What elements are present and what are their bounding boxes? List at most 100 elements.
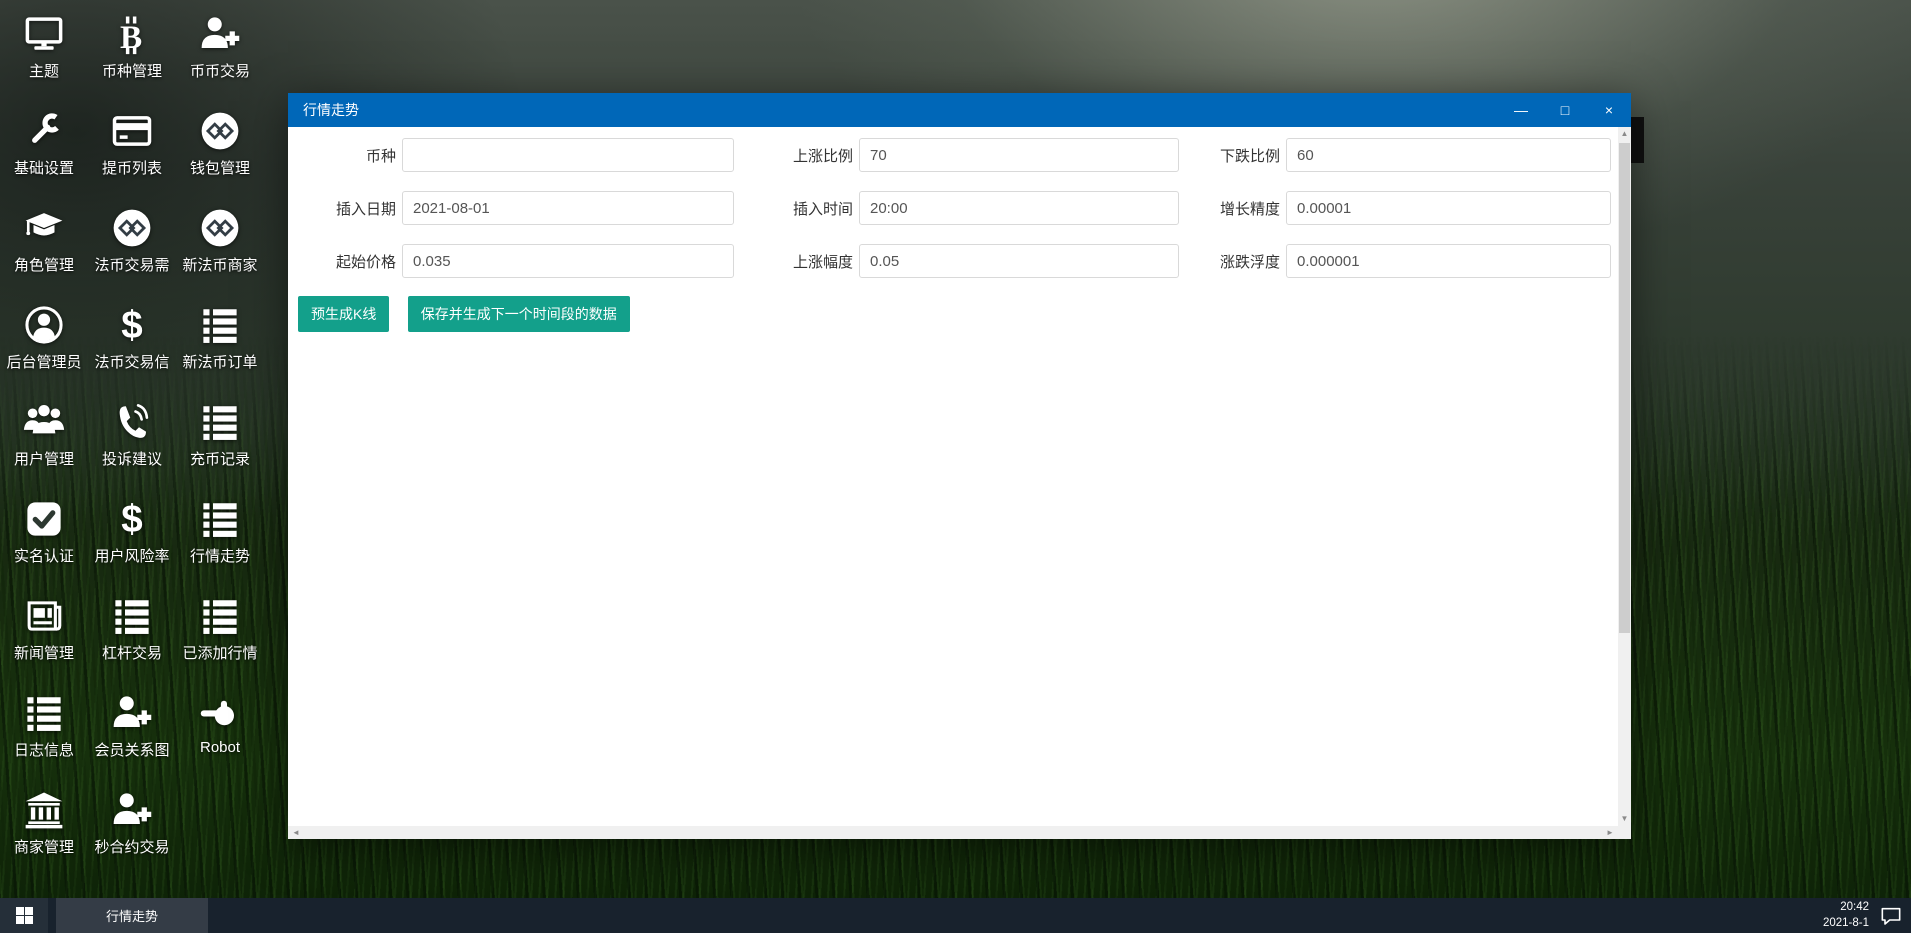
dollar-icon <box>111 498 153 540</box>
newspaper-icon <box>23 595 65 637</box>
rise-ratio-input[interactable] <box>859 138 1179 172</box>
market-trend-window: 行情走势 — □ × 币种 上涨比例 下跌比例 插入日期 插入时间 增长精度 起… <box>288 93 1631 839</box>
chain-link-circle-icon <box>199 207 241 249</box>
desktop-icon-added-markets[interactable]: 已添加行情 <box>176 592 264 689</box>
rise-range-input[interactable] <box>859 244 1179 278</box>
graduation-cap-icon <box>23 207 65 249</box>
start-price-input[interactable] <box>402 244 734 278</box>
desktop-icon-label: 杠杆交易 <box>102 642 162 663</box>
check-square-icon <box>23 498 65 540</box>
desktop-icon-label: 法币交易信 <box>94 351 169 372</box>
desktop-icon-log-info[interactable]: 日志信息 <box>0 689 88 786</box>
window-titlebar[interactable]: 行情走势 — □ × <box>288 93 1631 127</box>
window-title: 行情走势 <box>303 100 1499 120</box>
list-icon <box>199 401 241 443</box>
fluctuation-input[interactable] <box>1286 244 1611 278</box>
desktop-icon-label: 新法币商家 <box>182 254 257 275</box>
scroll-left-arrow-icon[interactable]: ◄ <box>288 826 304 839</box>
desktop-icon-label: 用户管理 <box>14 448 74 469</box>
desktop-icon-coin-trade[interactable]: 币币交易 <box>176 10 264 107</box>
desktop-icon-label: 主题 <box>29 60 59 81</box>
desktop-icon-news-manage[interactable]: 新闻管理 <box>0 592 88 689</box>
list-icon <box>111 595 153 637</box>
bitcoin-icon <box>111 13 153 55</box>
user-circle-icon <box>23 304 65 346</box>
desktop-icon-member-graph[interactable]: 会员关系图 <box>88 689 176 786</box>
insert-date-input[interactable] <box>402 191 734 225</box>
growth-precision-input[interactable] <box>1286 191 1611 225</box>
hand-icon <box>199 692 241 734</box>
close-button[interactable]: × <box>1587 93 1631 127</box>
field-label-insert-date: 插入日期 <box>308 198 396 219</box>
desktop-icon-new-fiat-merchant[interactable]: 新法币商家 <box>176 204 264 301</box>
desktop-icon-label: 已添加行情 <box>182 642 257 663</box>
form-row-1: 币种 上涨比例 下跌比例 <box>308 137 1618 173</box>
desktop-icon-wallet-manage[interactable]: 钱包管理 <box>176 107 264 204</box>
vertical-scrollbar-thumb[interactable] <box>1619 143 1630 633</box>
field-label-fluctuation: 涨跌浮度 <box>1185 251 1280 272</box>
desktop-icon-robot[interactable]: Robot <box>176 689 264 786</box>
desktop-icon-merchant-manage[interactable]: 商家管理 <box>0 786 88 883</box>
taskbar-item-market-trend[interactable]: 行情走势 <box>56 898 208 933</box>
field-label-coin: 币种 <box>308 145 396 166</box>
desktop-icon-deposit-records[interactable]: 充币记录 <box>176 398 264 495</box>
taskbar-clock[interactable]: 20:42 2021-8-1 <box>1823 898 1869 933</box>
desktop-icon-user-manage[interactable]: 用户管理 <box>0 398 88 495</box>
desktop-icon-theme[interactable]: 主题 <box>0 10 88 107</box>
wrench-icon <box>23 110 65 152</box>
desktop-icon-second-contract[interactable]: 秒合约交易 <box>88 786 176 883</box>
desktop-icon-complaints[interactable]: 投诉建议 <box>88 398 176 495</box>
desktop-icon-label: 基础设置 <box>14 157 74 178</box>
list-icon <box>199 304 241 346</box>
clock-date: 2021-8-1 <box>1823 916 1869 932</box>
desktop-icon-admin[interactable]: 后台管理员 <box>0 301 88 398</box>
maximize-button[interactable]: □ <box>1543 93 1587 127</box>
desktop-icon-fiat-trade-info[interactable]: 法币交易信 <box>88 301 176 398</box>
desktop-icon-withdraw-list[interactable]: 提币列表 <box>88 107 176 204</box>
desktop-icon-coin-manage[interactable]: 币种管理 <box>88 10 176 107</box>
desktop-icon-label: 法币交易需 <box>94 254 169 275</box>
dollar-icon <box>111 304 153 346</box>
desktop-icon-user-risk[interactable]: 用户风险率 <box>88 495 176 592</box>
desktop-icon-market-trend[interactable]: 行情走势 <box>176 495 264 592</box>
desktop-icon-label: 日志信息 <box>14 739 74 760</box>
save-generate-next-button[interactable]: 保存并生成下一个时间段的数据 <box>408 296 630 332</box>
desktop-icon-role-manage[interactable]: 角色管理 <box>0 204 88 301</box>
field-label-insert-time: 插入时间 <box>740 198 853 219</box>
window-content: 币种 上涨比例 下跌比例 插入日期 插入时间 增长精度 起始价格 上涨幅度 涨跌… <box>288 127 1618 826</box>
scroll-down-arrow-icon[interactable]: ▼ <box>1618 812 1631 826</box>
field-label-fall-ratio: 下跌比例 <box>1185 145 1280 166</box>
desktop-icon-new-fiat-orders[interactable]: 新法币订单 <box>176 301 264 398</box>
start-button[interactable] <box>0 898 48 933</box>
coin-input[interactable] <box>402 138 734 172</box>
vertical-scrollbar[interactable]: ▲ ▼ <box>1618 127 1631 826</box>
desktop-icon-label: 提币列表 <box>102 157 162 178</box>
desktop-icon-label: 充币记录 <box>190 448 250 469</box>
horizontal-scrollbar[interactable]: ◄ ► <box>288 826 1618 839</box>
monitor-icon <box>23 13 65 55</box>
list-icon <box>199 498 241 540</box>
bank-icon <box>23 789 65 831</box>
desktop-icon-leverage-trade[interactable]: 杠杆交易 <box>88 592 176 689</box>
desktop-icon-basic-settings[interactable]: 基础设置 <box>0 107 88 204</box>
users-icon <box>23 401 65 443</box>
insert-time-input[interactable] <box>859 191 1179 225</box>
minimize-button[interactable]: — <box>1499 93 1543 127</box>
desktop-icon-fiat-trade-demand[interactable]: 法币交易需 <box>88 204 176 301</box>
desktop-icon-label: 钱包管理 <box>190 157 250 178</box>
fall-ratio-input[interactable] <box>1286 138 1611 172</box>
desktop-icon-label: 币种管理 <box>102 60 162 81</box>
field-label-start-price: 起始价格 <box>308 251 396 272</box>
desktop-icon-label: 实名认证 <box>14 545 74 566</box>
desktop-icon-label: 投诉建议 <box>102 448 162 469</box>
list-icon <box>199 595 241 637</box>
form-buttons: 预生成K线 保存并生成下一个时间段的数据 <box>298 296 1618 332</box>
pre-generate-kline-button[interactable]: 预生成K线 <box>298 296 389 332</box>
chat-bubble-icon[interactable] <box>1879 904 1903 928</box>
scroll-right-arrow-icon[interactable]: ► <box>1602 826 1618 839</box>
list-icon <box>23 692 65 734</box>
desktop-icon-kyc[interactable]: 实名认证 <box>0 495 88 592</box>
desktop-icon-label: 行情走势 <box>190 545 250 566</box>
desktop-icon-label: 后台管理员 <box>6 351 81 372</box>
scroll-up-arrow-icon[interactable]: ▲ <box>1618 127 1631 141</box>
